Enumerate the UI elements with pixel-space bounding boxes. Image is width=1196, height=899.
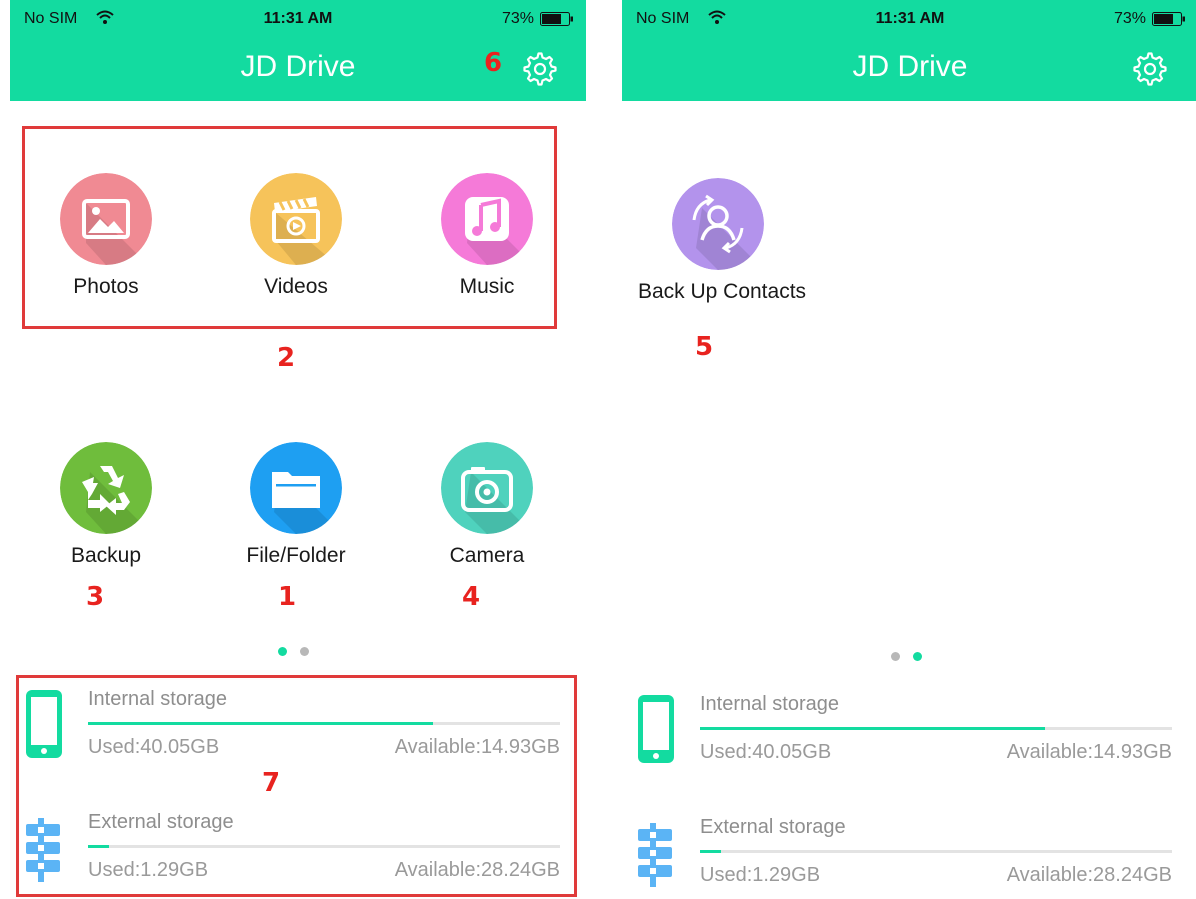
camera-button[interactable]: Camera — [387, 442, 586, 582]
file-folder-label: File/Folder — [246, 544, 346, 567]
backup-label: Backup — [70, 544, 142, 567]
battery-percentage: 73% — [1113, 10, 1146, 27]
storage-progress-bar — [700, 850, 1172, 853]
status-bar: No SIM 11:31 AM 73% — [622, 0, 1196, 34]
callout-3: 3 — [86, 582, 105, 612]
app-title: JD Drive — [852, 50, 968, 83]
callout-1: 1 — [278, 582, 297, 612]
backup-button[interactable]: Backup — [10, 442, 206, 582]
page-dot-1[interactable] — [891, 652, 900, 661]
app-header: No SIM 11:31 AM 73% JD Drive — [622, 0, 1196, 101]
contacts-backup-icon — [672, 178, 764, 270]
status-bar: No SIM 11:31 AM 73% — [10, 0, 586, 34]
storage-progress-fill — [700, 850, 722, 853]
callout-2: 2 — [277, 343, 296, 373]
clock: 11:31 AM — [263, 10, 333, 27]
storage-name: External storage — [700, 816, 846, 838]
storage-available: Available:14.93GB — [1006, 741, 1172, 763]
storage-used: Used:40.05GB — [700, 741, 832, 763]
callout-4: 4 — [462, 582, 481, 612]
storage-used: Used:1.29GB — [700, 864, 821, 886]
settings-gear-icon[interactable] — [1132, 51, 1168, 87]
file-folder-button[interactable]: File/Folder — [196, 442, 396, 582]
highlight-storage — [16, 675, 577, 897]
folder-icon — [250, 442, 342, 534]
battery-icon — [540, 12, 573, 26]
storage-available: Available:28.24GB — [1006, 864, 1172, 886]
page-dot-2[interactable] — [300, 647, 309, 656]
page-dot-1[interactable] — [278, 647, 287, 656]
storage-name: Internal storage — [700, 693, 839, 715]
storage-progress-bar — [700, 727, 1172, 730]
camera-label: Camera — [449, 544, 525, 567]
clock: 11:31 AM — [875, 10, 945, 27]
back-up-contacts-button[interactable]: Back Up Contacts — [622, 178, 818, 318]
page-indicator — [885, 650, 945, 662]
page-dot-2[interactable] — [913, 652, 922, 661]
settings-gear-icon[interactable] — [522, 51, 558, 87]
recycle-icon — [60, 442, 152, 534]
callout-6: 6 — [484, 48, 503, 78]
left-screen: No SIM 11:31 AM 73% JD Drive 6 Photos Vi… — [10, 0, 586, 899]
right-screen: No SIM 11:31 AM 73% JD Drive Back Up Con… — [622, 0, 1196, 899]
internal-storage-row[interactable]: Internal storage Used:40.05GB Available:… — [622, 693, 1196, 793]
storage-progress-fill — [700, 727, 1045, 730]
back-up-contacts-label: Back Up Contacts — [637, 280, 807, 303]
battery-percentage: 73% — [501, 10, 534, 27]
phone-icon — [638, 695, 674, 763]
battery-icon — [1152, 12, 1185, 26]
server-icon — [638, 823, 672, 887]
page-indicator — [272, 645, 332, 657]
external-storage-row[interactable]: External storage Used:1.29GB Available:2… — [622, 816, 1196, 899]
camera-icon — [441, 442, 533, 534]
highlight-media-group — [22, 126, 557, 329]
callout-5: 5 — [695, 332, 714, 362]
